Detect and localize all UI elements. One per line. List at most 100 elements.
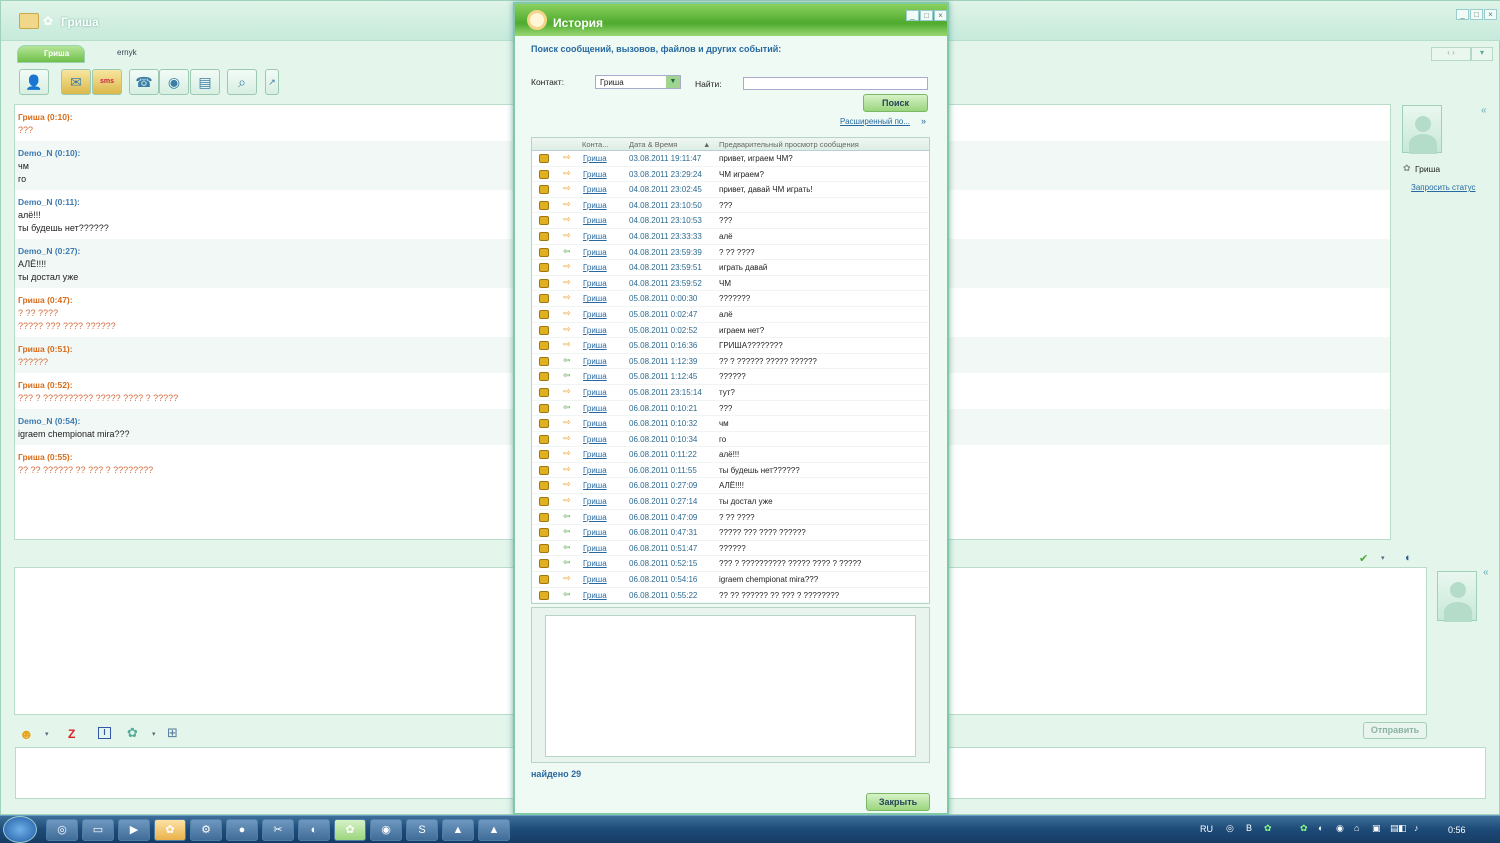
skype-icon[interactable]: S [406,819,438,841]
contact-link[interactable]: Гриша [583,216,607,225]
contact-link[interactable]: Гриша [583,357,607,366]
language-indicator[interactable]: RU [1200,824,1213,834]
history-row[interactable]: ⇨ Гриша 06.08.2011 0:10:32 чм [532,416,929,432]
column-date[interactable]: Дата & Время [629,140,677,149]
contact-link[interactable]: Гриша [583,513,607,522]
history-row[interactable]: ⇨ Гриша 03.08.2011 19:11:47 привет, играем … [532,151,929,167]
tray-icon-7[interactable]: ⌂ [1354,823,1359,833]
chrome-icon[interactable]: ◎ [46,819,78,841]
contact-link[interactable]: Гриша [583,341,607,350]
tray-icon-4[interactable]: ✿ [1300,823,1308,834]
app-blue-icon[interactable]: ◐ [298,819,330,841]
tray-icon-2[interactable]: B [1246,823,1252,833]
collapse-arrows-icon-2[interactable]: « [1483,567,1489,578]
history-row[interactable]: ⇨ Гриша 06.08.2011 0:27:14 ты достал уже [532,494,929,510]
gift-dropdown-icon[interactable]: ▾ [152,730,156,738]
history-row[interactable]: ⇨ Гриша 04.08.2011 23:10:50??? [532,198,929,214]
contact-link[interactable]: Гриша [583,481,607,490]
contact-select[interactable]: Гриша ▼ [595,75,681,89]
history-row[interactable]: ⇨ Гриша 04.08.2011 23:02:45 привет, давай Ч… [532,182,929,198]
tab-nav-arrows[interactable]: ‹ › [1431,47,1471,61]
media-player-icon[interactable]: ▶ [118,819,150,841]
minimize-button[interactable]: _ [1456,9,1469,20]
app-ball-icon[interactable]: ● [226,819,258,841]
contact-link[interactable]: Гриша [583,591,607,600]
history-row[interactable]: ⇦ Гриша 06.08.2011 0:52:15 ??? ? ??????????… [532,556,929,573]
app-orange-icon[interactable]: ◉ [370,819,402,841]
explorer-icon[interactable]: ▭ [82,819,114,841]
history-row[interactable]: ⇨ Гриша 05.08.2011 23:15:14 тут? [532,385,929,401]
smiley-icon[interactable]: ☻ [19,726,34,742]
info-icon[interactable]: ◐ [1405,552,1412,564]
contact-link[interactable]: Гриша [583,154,607,163]
history-maximize-button[interactable]: □ [920,10,933,21]
games-icon[interactable]: ⊞ [167,725,178,741]
close-window-button[interactable]: × [1484,9,1497,20]
sms-button[interactable]: sms [92,69,122,95]
contact-link[interactable]: Гриша [583,497,607,506]
search-button[interactable]: Поиск [863,94,928,112]
history-row[interactable]: ⇦ Гриша 05.08.2011 1:12:39 ?? ? ?????? ????… [532,354,929,370]
history-row[interactable]: ⇨ Гриша 05.08.2011 0:16:36 ГРИША???????? [532,338,929,354]
close-button[interactable]: Закрыть [866,793,930,811]
history-row[interactable]: ⇨ Гриша 04.08.2011 23:10:53??? [532,213,929,229]
history-close-button[interactable]: × [934,10,947,21]
contact-link[interactable]: Гриша [583,279,607,288]
history-row[interactable]: ⇨ Гриша 06.08.2011 0:10:34 го [532,432,929,448]
history-row[interactable]: ⇨ Гриша 06.08.2011 0:11:22 алё!!! [532,447,929,463]
advanced-search-link[interactable]: Расширенный по... [840,117,910,126]
find-input[interactable] [743,77,928,90]
contact-link[interactable]: Гриша [583,170,607,179]
contact-link[interactable]: Гриша [583,388,607,397]
contact-link[interactable]: Гриша [583,419,607,428]
history-row[interactable]: ⇨ Гриша 05.08.2011 0:00:30??????? [532,291,929,307]
my-avatar[interactable] [1437,571,1477,622]
contact-link[interactable]: Гриша [583,404,607,413]
icq-icon[interactable]: ✿ [154,819,186,841]
history-row[interactable]: ⇨ Гриша 04.08.2011 23:59:52 ЧМ [532,276,929,292]
history-row[interactable]: ⇦ Гриша 05.08.2011 1:12:45?????? [532,369,929,385]
request-status-link[interactable]: Запросить статус [1411,183,1476,192]
contact-link[interactable]: Гриша [583,326,607,335]
contact-link[interactable]: Гриша [583,372,607,381]
contact-link[interactable]: Гриша [583,466,607,475]
message-icon[interactable]: ✉ [61,69,91,95]
collapse-arrows-icon[interactable]: « [1481,105,1487,116]
contact-link[interactable]: Гриша [583,528,607,537]
send-file-icon[interactable]: ▤ [190,69,220,95]
contact-link[interactable]: Гриша [583,248,607,257]
history-row[interactable]: ⇦ Гриша 06.08.2011 0:47:31 ????? ??? ???? ?… [532,525,929,541]
gift-icon[interactable]: ✿ [127,725,138,741]
history-row[interactable]: ⇨ Гриша 03.08.2011 23:29:24 ЧМ играем? [532,167,929,183]
contact-link[interactable]: Гриша [583,310,607,319]
expand-icon[interactable]: » [921,116,926,126]
send-button[interactable]: Отправить [1363,722,1427,739]
tray-icon-10[interactable]: ◧ [1398,823,1407,834]
history-row[interactable]: ⇨ Гриша 04.08.2011 23:33:33 алё [532,229,929,245]
maximize-button[interactable]: □ [1470,9,1483,20]
contact-link[interactable]: Гриша [583,575,607,584]
contact-link[interactable]: Гриша [583,232,607,241]
history-row[interactable]: ⇦ Гриша 06.08.2011 0:55:22 ?? ?? ?????? ?? … [532,588,929,603]
spellcheck-dropdown-icon[interactable]: ▾ [1381,554,1385,562]
tab-menu-button[interactable]: ▾ [1471,47,1493,61]
user-info-icon[interactable]: 👤 [19,69,49,95]
contact-avatar[interactable] [1402,105,1442,154]
contact-link[interactable]: Гриша [583,185,607,194]
contact-link[interactable]: Гриша [583,435,607,444]
steam-icon[interactable]: ⚙ [190,819,222,841]
history-row[interactable]: ⇨ Гриша 06.08.2011 0:11:55 ты будешь нет???… [532,463,929,479]
history-row[interactable]: ⇦ Гриша 06.08.2011 0:51:47?????? [532,541,929,557]
contact-link[interactable]: Гриша [583,201,607,210]
contact-link[interactable]: Гриша [583,544,607,553]
tray-icon-1[interactable]: ◎ [1226,823,1234,834]
app-grey-icon-2[interactable]: ▲ [478,819,510,841]
column-preview[interactable]: Предварительный просмотр сообщения [719,140,859,149]
history-icon[interactable]: ⌕ [227,69,257,95]
external-link-icon[interactable]: ↗ [265,69,279,95]
zoom-z-icon[interactable]: Z [68,727,75,741]
history-row[interactable]: ⇨ Гриша 04.08.2011 23:59:51 играть давай [532,260,929,276]
column-contact[interactable]: Конта... [582,140,608,149]
contact-link[interactable]: Гриша [583,294,607,303]
history-row[interactable]: ⇦ Гриша 04.08.2011 23:59:39 ? ?? ???? [532,245,929,261]
